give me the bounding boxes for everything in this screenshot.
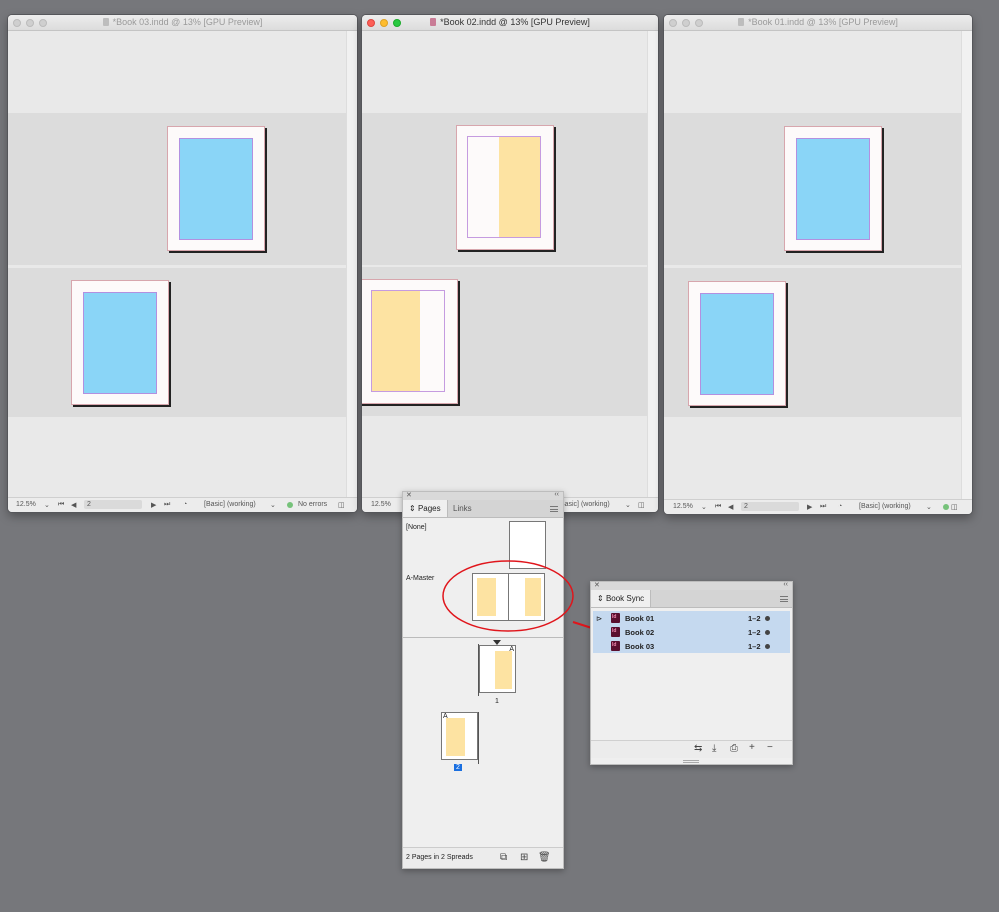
collapse-icon[interactable]: ‹‹ xyxy=(783,581,788,588)
panel-tabs: ⇕ Book Sync xyxy=(591,590,792,608)
indesign-document-icon xyxy=(611,641,620,651)
indesign-document-icon xyxy=(611,613,620,623)
close-icon[interactable]: ✕ xyxy=(594,581,600,589)
book-sync-panel[interactable]: ✕ ‹‹ ⇕ Book Sync ⊳ Book 01 1–2 Book 02 1… xyxy=(590,581,793,765)
page-range: 1–2 xyxy=(748,628,761,637)
print-book-icon[interactable]: ⎙ xyxy=(730,744,738,754)
panel-footer: ⇆ ⤓ ⎙ + − xyxy=(591,740,792,758)
page-range: 1–2 xyxy=(748,614,761,623)
book-name: Book 01 xyxy=(625,614,655,623)
status-dot-icon xyxy=(765,630,770,635)
book-row-01[interactable]: ⊳ Book 01 1–2 xyxy=(593,611,790,625)
status-dot-icon xyxy=(765,616,770,621)
page-range: 1–2 xyxy=(748,642,761,651)
remove-document-icon[interactable]: − xyxy=(767,743,773,753)
indesign-document-icon xyxy=(611,627,620,637)
save-book-icon[interactable]: ⤓ xyxy=(712,744,716,754)
panel-header[interactable]: ✕ ‹‹ xyxy=(591,581,792,590)
sort-icon: ⇕ xyxy=(597,594,606,603)
tab-book-sync[interactable]: ⇕ Book Sync xyxy=(591,590,652,607)
resize-grip[interactable] xyxy=(683,760,699,763)
book-name: Book 02 xyxy=(625,628,655,637)
annotation-ellipse xyxy=(442,560,574,632)
add-document-icon[interactable]: + xyxy=(749,743,755,753)
book-row-02[interactable]: Book 02 1–2 xyxy=(593,625,790,639)
annotation-overlay xyxy=(442,560,604,634)
synchronize-icon[interactable]: ⇆ xyxy=(694,744,702,754)
style-source-icon: ⊳ xyxy=(596,614,603,623)
book-name: Book 03 xyxy=(625,642,655,651)
panel-menu-icon[interactable] xyxy=(780,596,788,602)
status-dot-icon xyxy=(765,644,770,649)
book-row-03[interactable]: Book 03 1–2 xyxy=(593,639,790,653)
